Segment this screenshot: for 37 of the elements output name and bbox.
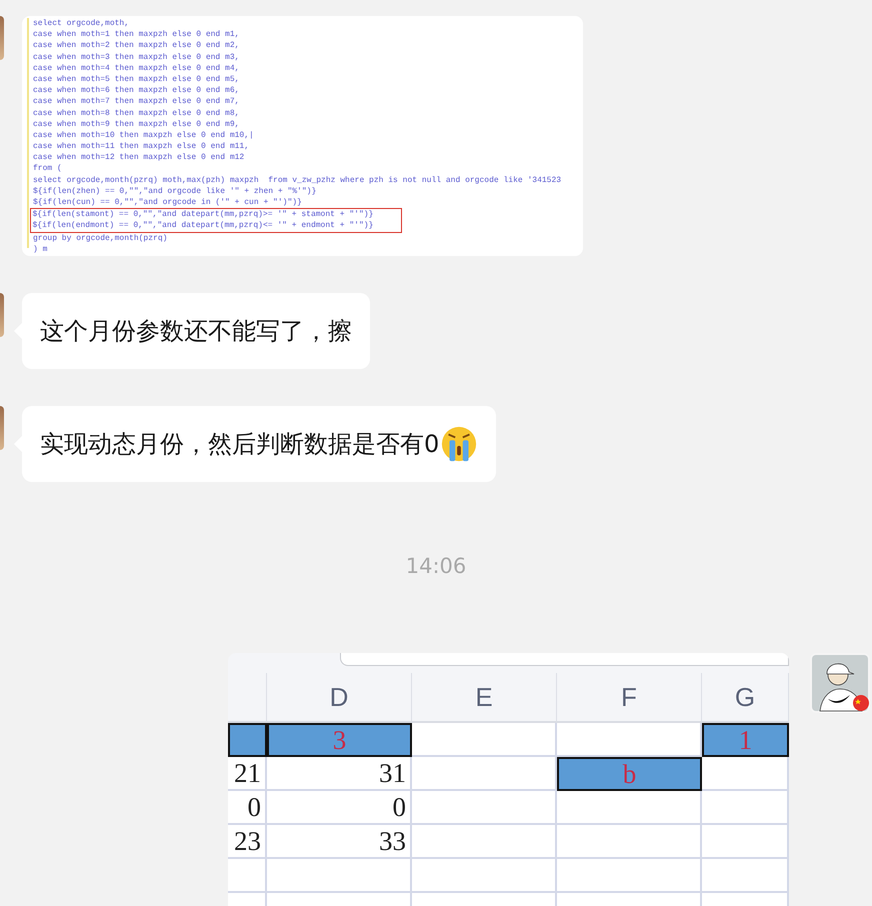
message-text: 这个月份参数还不能写了，擦 <box>40 316 352 347</box>
code-line: ${if(len(cun) == 0,"","and orgcode in ('" + cun + "')")} <box>33 197 303 208</box>
table-cell[interactable] <box>228 723 267 757</box>
avatar-icon[interactable] <box>810 653 870 713</box>
avatar[interactable] <box>0 16 4 60</box>
code-line: from ( <box>33 163 63 175</box>
code-line: case when moth=8 then maxpzh else 0 end m8, <box>33 108 240 119</box>
code-line: case when moth=10 then maxpzh else 0 end m10,| <box>33 130 255 142</box>
timestamp: 14:06 <box>404 554 468 578</box>
table-cell[interactable]: 21 <box>228 757 267 791</box>
code-line: select orgcode,moth, <box>33 18 130 30</box>
table-cell[interactable]: 0 <box>228 791 267 825</box>
code-line: case when moth=11 then maxpzh else 0 end m11, <box>33 141 250 152</box>
message-text: 实现动态月份，然后判断数据是否有0 <box>40 429 440 460</box>
avatar[interactable] <box>0 293 4 337</box>
code-line: group by orgcode,month(pzrq) <box>33 232 168 244</box>
code-line: case when moth=2 then maxpzh else 0 end m2, <box>33 40 240 52</box>
code-line: case when moth=9 then maxpzh else 0 end m9, <box>33 118 240 130</box>
code-line: select orgcode,month(pzrq) moth,max(pzh) maxpzh from v_zw_pzhz where pzh is not null and orgcode like '341523 <box>33 174 562 186</box>
code-line: ${if(len(stamont) == 0,"","and datepart(mm,pzrq)>= '" + stamont + "'")} <box>30 208 402 220</box>
code-line: case when moth=1 then maxpzh else 0 end m1, <box>33 29 240 40</box>
code-line: case when moth=4 then maxpzh else 0 end m4, <box>33 62 240 74</box>
table-cell[interactable]: 23 <box>228 825 267 859</box>
avatar[interactable] <box>0 406 4 450</box>
code-screenshot[interactable] <box>22 16 583 256</box>
code-line: case when moth=12 then maxpzh else 0 end m12 <box>33 152 246 164</box>
spreadsheet-screenshot[interactable]: D E F G 3 1 21 31 b 0 0 23 33 <box>228 653 789 906</box>
code-line: ${if(len(endmont) == 0,"","and datepart(mm,pzrq)<= '" + endmont + "'")} <box>30 220 402 233</box>
code-line: ) m <box>33 244 48 255</box>
code-line: case when moth=7 then maxpzh else 0 end m7, <box>33 96 240 108</box>
code-line: ${if(len(zhen) == 0,"","and orgcode like '" + zhen + "%'")} <box>33 186 318 197</box>
table-cell[interactable]: 0 <box>267 791 412 825</box>
code-line: case when moth=5 then maxpzh else 0 end m5, <box>33 74 240 86</box>
table-cell[interactable]: 31 <box>267 757 412 791</box>
table-cell[interactable]: 33 <box>267 825 412 859</box>
code-line: case when moth=3 then maxpzh else 0 end m3, <box>33 52 240 63</box>
code-line: case when moth=6 then maxpzh else 0 end m6, <box>33 85 240 96</box>
